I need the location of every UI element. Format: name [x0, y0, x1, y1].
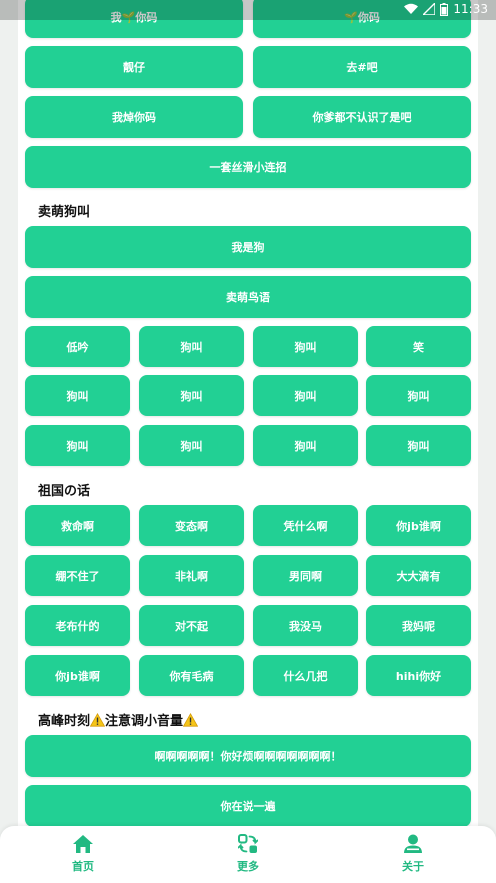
sound-button-wide[interactable]: 卖萌鸟语 — [25, 276, 471, 318]
sound-button[interactable]: 救命啊 — [25, 505, 130, 546]
sound-button[interactable]: 狗叫 — [366, 375, 471, 416]
sound-button[interactable]: 变态啊 — [139, 505, 244, 546]
sound-button[interactable]: 凭什么啊 — [253, 505, 358, 546]
sound-button[interactable]: 男同啊 — [253, 555, 358, 596]
sound-button[interactable]: 狗叫 — [139, 326, 244, 367]
home-icon — [73, 835, 93, 853]
sound-button[interactable]: 非礼啊 — [139, 555, 244, 596]
sound-button[interactable]: 去#吧 — [253, 46, 471, 88]
sound-button[interactable]: 绷不住了 — [25, 555, 130, 596]
sound-button[interactable]: 你爹都不认识了是吧 — [253, 96, 471, 138]
sound-button[interactable]: 狗叫 — [25, 375, 130, 416]
sound-button[interactable]: 什么几把 — [253, 655, 358, 696]
sound-button-wide[interactable]: 啊啊啊啊啊！你好烦啊啊啊啊啊啊啊！ — [25, 735, 471, 777]
warning-icon — [183, 713, 199, 727]
section-title-motherland: 祖国の话 — [38, 484, 91, 499]
user-icon — [404, 834, 422, 853]
sound-button[interactable]: hihi你好 — [366, 655, 471, 696]
nav-label-home: 首页 — [72, 860, 94, 873]
sound-button[interactable]: 你有毛病 — [139, 655, 244, 696]
warning-icon — [90, 713, 106, 727]
section-title-peak-part1: 高峰时刻 — [38, 714, 91, 729]
sound-button[interactable]: 我没马 — [253, 605, 358, 646]
sound-button[interactable]: 我焯你码 — [25, 96, 243, 138]
sound-button[interactable]: 狗叫 — [253, 326, 358, 367]
sound-button[interactable]: 你jb谁啊 — [366, 505, 471, 546]
section-title-dog: 卖萌狗叫 — [38, 205, 91, 220]
swap-icon — [238, 834, 258, 853]
status-bar: 11:33 — [0, 0, 496, 20]
sound-button[interactable]: 狗叫 — [139, 375, 244, 416]
sound-button[interactable]: 狗叫 — [139, 425, 244, 466]
section-title-peak-part2: 注意调小音量 — [105, 714, 184, 729]
sound-button[interactable]: 狗叫 — [25, 425, 130, 466]
nav-item-more[interactable]: 更多 — [208, 834, 288, 880]
nav-item-home[interactable]: 首页 — [43, 834, 123, 880]
wifi-icon — [404, 3, 419, 14]
status-time: 11:33 — [453, 2, 488, 16]
sound-button[interactable]: 狗叫 — [253, 425, 358, 466]
sound-button[interactable]: 靓仔 — [25, 46, 243, 88]
sound-button[interactable]: 笑 — [366, 326, 471, 367]
sound-button-wide[interactable]: 我是狗 — [25, 226, 471, 268]
sound-button[interactable]: 低吟 — [25, 326, 130, 367]
status-icons: 11:33 — [404, 2, 488, 16]
sound-button[interactable]: 狗叫 — [366, 425, 471, 466]
sound-button[interactable]: 大大滴有 — [366, 555, 471, 596]
nav-item-about[interactable]: 关于 — [373, 834, 453, 880]
section-title-peak: 高峰时刻 注意调小音量 — [38, 710, 199, 729]
sound-button[interactable]: 你jb谁啊 — [25, 655, 130, 696]
sound-button[interactable]: 我妈呢 — [366, 605, 471, 646]
sound-button-wide[interactable]: 一套丝滑小连招 — [25, 146, 471, 188]
signal-icon — [423, 3, 436, 15]
sound-button[interactable]: 狗叫 — [253, 375, 358, 416]
bottom-nav: 首页 更多 关于 — [0, 826, 496, 883]
nav-label-more: 更多 — [237, 860, 259, 873]
sound-button[interactable]: 对不起 — [139, 605, 244, 646]
battery-icon — [440, 2, 449, 16]
sound-button[interactable]: 老布什的 — [25, 605, 130, 646]
nav-label-about: 关于 — [402, 860, 424, 873]
sound-button-wide[interactable]: 你在说一遍 — [25, 785, 471, 827]
